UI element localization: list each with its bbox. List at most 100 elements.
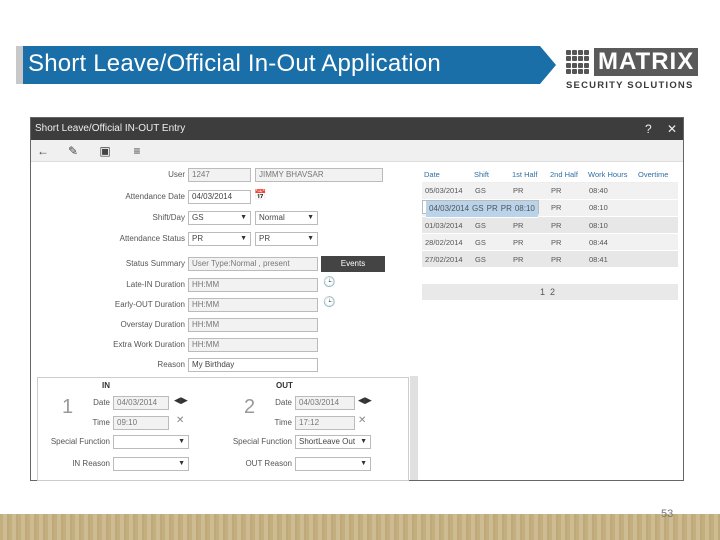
logo-dots-icon: [566, 50, 590, 74]
table-cell: GS: [469, 200, 484, 218]
early-out-field[interactable]: HH:MM: [188, 298, 318, 312]
clear-icon[interactable]: ≡: [129, 143, 145, 159]
out-date-stepper-icon[interactable]: ◀▶: [358, 395, 372, 406]
early-out-label: Early-OUT Duration: [114, 300, 185, 309]
in-time-label: Time: [92, 418, 110, 427]
in-special-function-label: Special Function: [50, 437, 110, 446]
table-cell: [636, 216, 678, 234]
status1-select[interactable]: PR ▼: [188, 232, 251, 246]
page-number: 53: [661, 508, 674, 520]
attendance-table: Date Shift 1st Half 2nd Half Work Hours Overt…: [422, 168, 678, 268]
table-cell: 05/03/2014: [422, 182, 472, 200]
table-cell: PR: [510, 250, 548, 268]
reason-field[interactable]: My Birthday: [188, 358, 318, 372]
column-header[interactable]: Work Hours: [586, 168, 636, 183]
table-cell: [636, 250, 678, 268]
window-titlebar: Short Leave/Official IN-OUT Entry ? ✕: [31, 118, 683, 140]
shift-select[interactable]: GS ▼: [188, 211, 251, 225]
shift-day-label: Shift/Day: [152, 213, 185, 222]
table-row[interactable]: 05/03/2014 GS PR PR 08:40: [422, 182, 678, 200]
user-id-field: 1247: [188, 168, 251, 182]
chevron-down-icon: ▼: [307, 235, 314, 242]
page-2-link[interactable]: 2: [550, 284, 555, 300]
in-date-field[interactable]: 04/03/2014: [113, 396, 169, 410]
out-special-function-select[interactable]: ShortLeave Out ▼: [295, 435, 371, 449]
table-cell: GS: [472, 216, 510, 234]
extra-work-field[interactable]: HH:MM: [188, 338, 318, 352]
column-header[interactable]: Date: [422, 168, 472, 183]
chevron-down-icon: ▼: [360, 438, 367, 445]
clock-icon[interactable]: 🕒: [323, 277, 335, 288]
in-out-section: 1 IN Date 04/03/2014 ◀▶ Time 09:10 ✕ Spe…: [37, 377, 409, 481]
column-header[interactable]: Overtime: [636, 168, 678, 183]
status2-value: PR: [259, 234, 271, 243]
in-special-function-select[interactable]: ▼: [113, 435, 189, 449]
title-banner: Short Leave/Official In-Out Application: [16, 46, 556, 84]
table-cell: [636, 199, 678, 217]
table-cell: GS: [472, 250, 510, 268]
table-cell: 08:10: [511, 200, 535, 218]
calendar-icon[interactable]: 📅: [254, 190, 266, 201]
table-row[interactable]: 01/03/2014 GS PR PR 08:10: [422, 216, 678, 234]
column-header[interactable]: 1st Half: [510, 168, 548, 183]
table-cell: 28/02/2014: [422, 233, 472, 251]
in-time-field[interactable]: 09:10: [113, 416, 169, 430]
close-button[interactable]: ✕: [667, 118, 677, 140]
grid-empty-area: [422, 300, 678, 480]
edit-pen-icon[interactable]: ✎: [65, 143, 81, 159]
vertical-scrollbar[interactable]: [410, 376, 418, 480]
logo-word: MATRIX: [594, 48, 699, 76]
page-1-link[interactable]: 1: [540, 284, 545, 300]
save-disk-icon[interactable]: ▣: [97, 143, 113, 159]
table-cell: GS: [472, 233, 510, 251]
table-row[interactable]: 04/03/2014 GS PR PR 08:10: [422, 199, 539, 218]
attendance-date-field[interactable]: 04/03/2014: [188, 190, 251, 204]
out-header: OUT: [276, 381, 293, 390]
table-row[interactable]: 28/02/2014 GS PR PR 08:44: [422, 233, 678, 251]
chevron-down-icon: ▼: [178, 438, 185, 445]
table-cell: PR: [510, 182, 548, 200]
table-cell: PR: [497, 200, 512, 218]
reason-label: Reason: [157, 360, 185, 369]
user-name-field: JIMMY BHAVSAR: [255, 168, 383, 182]
day-select[interactable]: Normal ▼: [255, 211, 318, 225]
table-cell: PR: [510, 216, 548, 234]
status2-select[interactable]: PR ▼: [255, 232, 318, 246]
overstay-field[interactable]: HH:MM: [188, 318, 318, 332]
out-reason-select[interactable]: ▼: [295, 457, 371, 471]
status1-value: PR: [192, 234, 204, 243]
table-cell: 27/02/2014: [422, 250, 472, 268]
table-cell: PR: [548, 199, 586, 217]
in-time-clear-icon[interactable]: ✕: [176, 415, 184, 426]
chevron-down-icon: ▼: [240, 214, 247, 221]
clock-icon[interactable]: 🕒: [323, 297, 335, 308]
shift-value: GS: [192, 213, 204, 222]
slide-title: Short Leave/Official In-Out Application: [28, 50, 441, 77]
attendance-grid: Date Shift 1st Half 2nd Half Work Hours Overt…: [422, 168, 678, 268]
late-in-field[interactable]: HH:MM: [188, 278, 318, 292]
table-row[interactable]: 27/02/2014 GS PR PR 08:41: [422, 250, 678, 268]
help-button[interactable]: ?: [645, 118, 652, 140]
chevron-down-icon: ▼: [240, 235, 247, 242]
out-time-clear-icon[interactable]: ✕: [358, 415, 366, 426]
back-arrow-icon[interactable]: ←: [35, 143, 51, 159]
entry-window: Short Leave/Official IN-OUT Entry ? ✕ ← …: [30, 117, 684, 481]
events-button[interactable]: Events: [321, 256, 385, 272]
in-reason-label: IN Reason: [72, 459, 110, 468]
day-value: Normal: [259, 213, 285, 222]
table-cell: 08:41: [586, 250, 636, 268]
out-date-field[interactable]: 04/03/2014: [295, 396, 355, 410]
column-header[interactable]: Shift: [472, 168, 510, 183]
table-cell: 08:10: [586, 199, 636, 217]
table-cell: PR: [548, 216, 586, 234]
column-header[interactable]: 2nd Half: [548, 168, 586, 183]
in-date-stepper-icon[interactable]: ◀▶: [174, 395, 188, 406]
user-label: User: [168, 170, 185, 179]
status-summary-field: User Type:Normal , present: [188, 257, 318, 271]
status-summary-label: Status Summary: [125, 259, 185, 268]
table-cell: PR: [548, 250, 586, 268]
out-time-field[interactable]: 17:12: [295, 416, 355, 430]
in-reason-select[interactable]: ▼: [113, 457, 189, 471]
in-date-label: Date: [93, 398, 110, 407]
overstay-label: Overstay Duration: [120, 320, 185, 329]
